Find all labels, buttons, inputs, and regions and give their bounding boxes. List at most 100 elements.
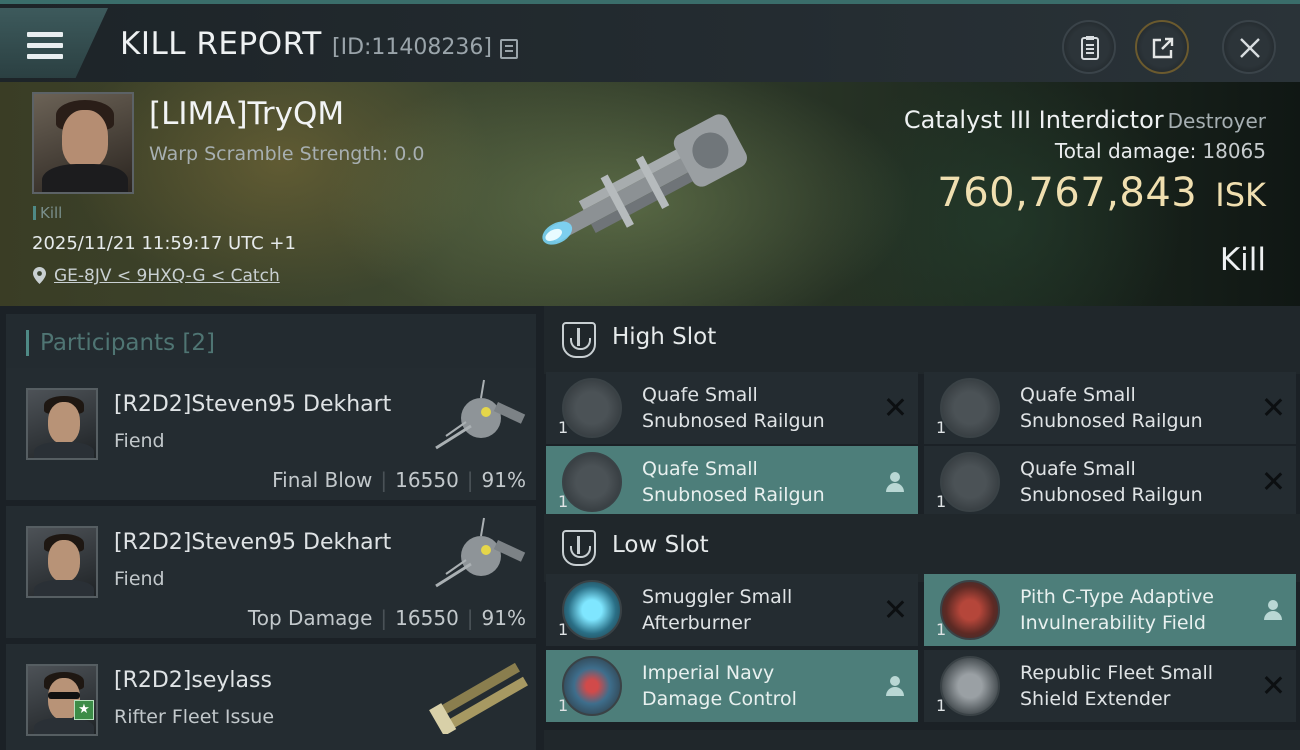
isk-value: 760,767,843 ISK <box>937 170 1266 216</box>
menu-button[interactable] <box>0 8 108 78</box>
star-badge-icon: ★ <box>74 700 94 720</box>
victim-ship-name[interactable]: Catalyst III Interdictor <box>904 106 1164 134</box>
module-quantity: 1 <box>558 492 569 511</box>
participants-header: Participants [2] <box>6 314 536 368</box>
destroyed-icon <box>1262 470 1284 492</box>
participant-name[interactable]: [R2D2]Steven95 Dekhart <box>114 392 391 417</box>
mid-slot-header <box>544 730 1300 750</box>
railgun-module-icon <box>940 378 1000 438</box>
share-icon <box>1152 37 1174 59</box>
module-quantity: 1 <box>558 696 569 715</box>
hamburger-menu-icon <box>27 32 63 60</box>
module-quantity: 1 <box>558 620 569 639</box>
victim-ship-image[interactable] <box>520 106 780 266</box>
railgun-module-icon <box>562 378 622 438</box>
participant-percent: 91% <box>481 468 526 492</box>
module-slot[interactable]: 1 Republic Fleet Small Shield Extender <box>924 650 1296 722</box>
total-damage-label: Total damage: <box>1054 139 1197 163</box>
railgun-module-icon <box>562 452 622 512</box>
participant-card[interactable]: [R2D2]Steven95 Dekhart Fiend Final Blow |… <box>6 368 536 500</box>
module-slot[interactable]: 1 Quafe Small Snubnosed Railgun <box>924 372 1296 444</box>
module-quantity: 1 <box>558 418 569 437</box>
participants-count: [2] <box>182 330 216 356</box>
module-name: Quafe Small Snubnosed Railgun <box>642 384 825 432</box>
accent-bar <box>26 330 29 356</box>
share-button[interactable] <box>1135 20 1189 74</box>
participant-ship: Fiend <box>114 430 165 452</box>
report-id: [ID:11408236] <box>332 35 492 60</box>
module-slot[interactable]: 1 Quafe Small Snubnosed Railgun <box>546 372 918 444</box>
page-title: KILL REPORT <box>120 26 322 62</box>
destroyed-icon <box>1262 674 1284 696</box>
participant-damage: 16550 <box>395 468 459 492</box>
low-slot-icon <box>562 530 596 566</box>
isk-amount: 760,767,843 <box>937 170 1198 216</box>
victim-avatar[interactable] <box>32 92 134 194</box>
participant-ship: Fiend <box>114 568 165 590</box>
participant-percent: 91% <box>481 606 526 630</box>
participant-ship: Rifter Fleet Issue <box>114 706 275 728</box>
module-name: Quafe Small Snubnosed Railgun <box>1020 384 1203 432</box>
high-slot-title: High Slot <box>612 324 717 350</box>
participants-panel: Participants [2] [R2D2]Steven95 Dekhart … <box>0 306 542 750</box>
shield-extender-icon <box>940 656 1000 716</box>
railgun-module-icon <box>940 452 1000 512</box>
module-name: Quafe Small Snubnosed Railgun <box>1020 458 1203 506</box>
participant-name[interactable]: [R2D2]seylass <box>114 668 272 693</box>
module-slot[interactable]: 1 Imperial Navy Damage Control <box>546 650 918 722</box>
kill-tag: Kill <box>33 206 62 221</box>
participant-card[interactable]: ★ [R2D2]seylass Rifter Fleet Issue <box>6 644 536 750</box>
location-pin-icon <box>33 267 46 284</box>
participant-role: Top Damage <box>247 606 373 630</box>
clipboard-icon <box>1081 36 1099 60</box>
fitting-panel: High Slot 1 Quafe Small Snubnosed Railgun… <box>544 306 1300 750</box>
participant-stats: Final Blow | 16550 | 91% <box>272 468 526 492</box>
high-slot-header: High Slot <box>544 306 1300 374</box>
damage-control-icon <box>562 656 622 716</box>
low-slot-title: Low Slot <box>612 532 709 558</box>
high-slot-icon <box>562 322 596 358</box>
copy-icon[interactable] <box>500 39 518 59</box>
afterburner-module-icon <box>562 580 622 640</box>
dropped-person-icon <box>884 470 906 492</box>
isk-unit: ISK <box>1215 176 1266 214</box>
module-name: Imperial Navy Damage Control <box>642 662 797 710</box>
module-slot[interactable]: 1 Quafe Small Snubnosed Railgun <box>546 446 918 518</box>
participant-card[interactable]: [R2D2]Steven95 Dekhart Fiend Top Damage |… <box>6 506 536 638</box>
clipboard-button[interactable] <box>1062 20 1116 74</box>
kill-location-link[interactable]: GE-8JV < 9HXQ-G < Catch <box>54 266 280 286</box>
warp-scramble-strength: Warp Scramble Strength: 0.0 <box>149 143 425 165</box>
module-quantity: 1 <box>936 696 947 715</box>
header-bar: KILL REPORT [ID:11408236] <box>0 0 1300 82</box>
participant-avatar[interactable] <box>26 526 98 598</box>
dropped-person-icon <box>884 674 906 696</box>
module-slot[interactable]: 1 Quafe Small Snubnosed Railgun <box>924 446 1296 518</box>
kill-result: Kill <box>1219 242 1266 278</box>
module-name: Republic Fleet Small Shield Extender <box>1020 662 1214 710</box>
participant-stats: Top Damage | 16550 | 91% <box>247 606 526 630</box>
victim-summary: [LIMA]TryQM Warp Scramble Strength: 0.0 … <box>0 82 1300 306</box>
dropped-person-icon <box>1262 598 1284 620</box>
participant-damage: 16550 <box>395 606 459 630</box>
close-icon <box>1240 38 1260 58</box>
module-name: Smuggler Small Afterburner <box>642 586 793 634</box>
victim-name[interactable]: [LIMA]TryQM <box>149 96 344 132</box>
participant-name[interactable]: [R2D2]Steven95 Dekhart <box>114 530 391 555</box>
module-name: Quafe Small Snubnosed Railgun <box>642 458 825 506</box>
participant-role: Final Blow <box>272 468 373 492</box>
kill-timestamp: 2025/11/21 11:59:17 UTC +1 <box>32 233 296 254</box>
module-quantity: 1 <box>936 620 947 639</box>
module-name: Pith C-Type Adaptive Invulnerability Fiel… <box>1020 586 1214 634</box>
rifter-ship-icon <box>429 662 528 734</box>
fiend-ship-icon <box>435 379 526 450</box>
victim-ship-line: Catalyst III Interdictor Destroyer <box>904 106 1266 134</box>
participants-title: Participants [2] <box>40 330 216 356</box>
module-quantity: 1 <box>936 418 947 437</box>
module-slot[interactable]: 1 Smuggler Small Afterburner <box>546 574 918 646</box>
participant-avatar[interactable] <box>26 388 98 460</box>
close-button[interactable] <box>1222 20 1276 74</box>
destroyed-icon <box>884 396 906 418</box>
module-slot[interactable]: 1 Pith C-Type Adaptive Invulnerability Fi… <box>924 574 1296 646</box>
destroyed-icon <box>884 598 906 620</box>
low-slot-header: Low Slot <box>544 514 1300 582</box>
